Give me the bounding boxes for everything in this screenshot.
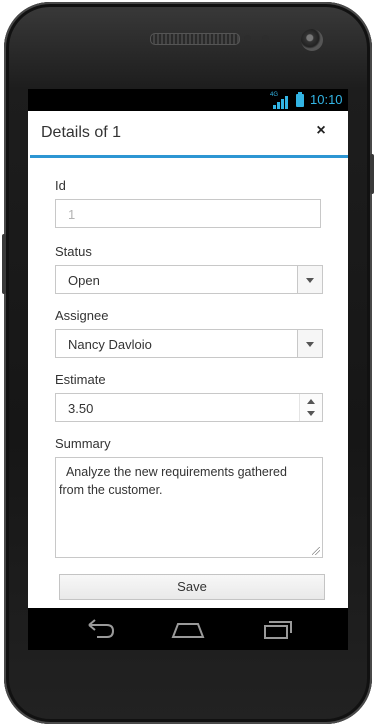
chevron-down-icon[interactable] <box>297 266 322 293</box>
battery-icon <box>296 92 304 107</box>
volume-button <box>2 234 6 294</box>
assignee-label: Assignee <box>55 308 109 323</box>
estimate-label: Estimate <box>55 372 106 387</box>
decrement-icon[interactable] <box>307 411 315 416</box>
status-dropdown[interactable]: Open <box>55 265 323 294</box>
status-bar: 4G 10:10 <box>28 89 348 111</box>
stepper-buttons <box>299 394 322 421</box>
estimate-value[interactable]: 3.50 <box>68 401 93 416</box>
navigation-bar <box>28 608 348 650</box>
earpiece <box>150 33 240 45</box>
signal-icon: 4G <box>270 92 296 109</box>
status-value: Open <box>68 273 100 288</box>
id-value: 1 <box>68 207 76 222</box>
screen: 4G 10:10 Details of 1 × Id 1 Status Open… <box>28 89 348 608</box>
status-label: Status <box>55 244 92 259</box>
home-icon[interactable] <box>171 616 205 642</box>
dialog-header: Details of 1 × <box>28 111 348 155</box>
power-button <box>370 154 374 194</box>
resize-handle-icon[interactable] <box>312 547 320 555</box>
close-icon[interactable]: × <box>312 122 330 140</box>
save-button[interactable]: Save <box>59 574 325 600</box>
summary-value: Analyze the new requirements gathered fr… <box>59 465 291 497</box>
assignee-dropdown[interactable]: Nancy Davloio <box>55 329 323 358</box>
header-accent-line <box>30 155 348 158</box>
back-arrow-icon[interactable] <box>83 616 117 642</box>
light-sensor <box>262 35 269 42</box>
summary-label: Summary <box>55 436 111 451</box>
proximity-sensor <box>244 35 251 42</box>
id-field: 1 <box>55 199 321 228</box>
increment-icon[interactable] <box>307 399 315 404</box>
network-type-label: 4G <box>270 92 279 98</box>
summary-textarea[interactable]: Analyze the new requirements gathered fr… <box>55 457 323 558</box>
dialog-title: Details of 1 <box>41 124 122 141</box>
chevron-down-icon[interactable] <box>297 330 322 357</box>
estimate-stepper[interactable]: 3.50 <box>55 393 323 422</box>
id-label: Id <box>55 178 66 193</box>
front-camera <box>301 29 323 51</box>
recent-apps-icon[interactable] <box>260 616 294 642</box>
clock: 10:10 <box>310 92 343 107</box>
assignee-value: Nancy Davloio <box>68 337 152 352</box>
